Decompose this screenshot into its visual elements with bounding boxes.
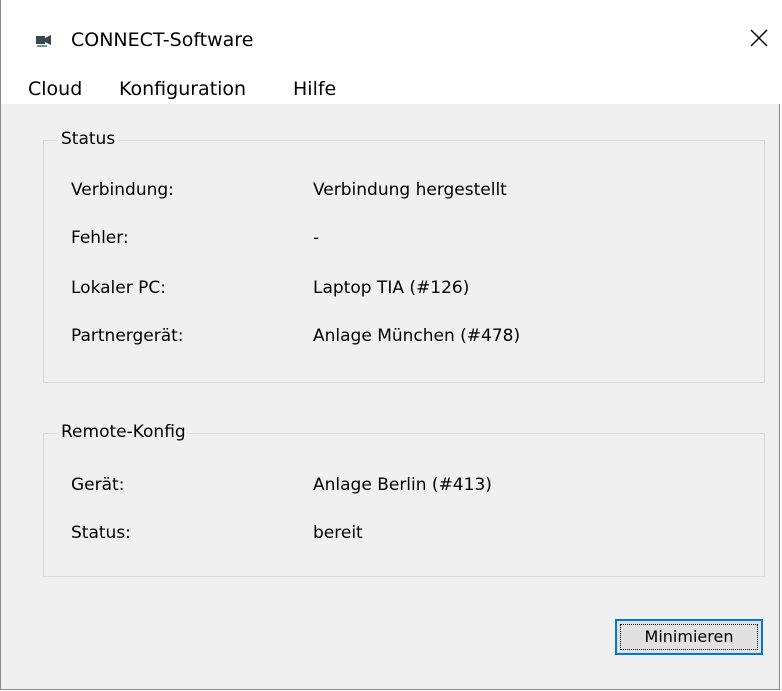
connection-label: Verbindung: [71, 180, 174, 200]
error-label: Fehler: [71, 228, 129, 248]
local-pc-label: Lokaler PC: [71, 278, 166, 298]
menu-item-hilfe[interactable]: Hilfe [293, 77, 336, 101]
status-group-title: Status [58, 128, 119, 150]
connection-value: Verbindung hergestellt [313, 180, 507, 200]
focus-ring [620, 624, 758, 650]
menu-bar: Cloud Konfiguration Hilfe [1, 74, 781, 104]
menu-item-konfiguration[interactable]: Konfiguration [119, 77, 246, 101]
minimize-button[interactable]: Minimieren [615, 619, 763, 655]
window-title: CONNECT-Software [71, 29, 254, 51]
connect-app-icon [35, 33, 53, 47]
close-icon [750, 29, 768, 51]
local-pc-value: Laptop TIA (#126) [313, 278, 470, 298]
close-button[interactable] [737, 18, 781, 62]
error-value: - [313, 228, 320, 248]
partner-device-value: Anlage München (#478) [313, 326, 521, 346]
status-groupbox: Status Verbindung: Verbindung hergestell… [43, 128, 765, 383]
app-window: CONNECT-Software Cloud Konfiguration Hil… [0, 0, 781, 690]
remote-status-value: bereit [313, 523, 363, 543]
remote-config-groupbox: Remote-Konfig Gerät: Anlage Berlin (#413… [43, 421, 765, 577]
remote-config-group-title: Remote-Konfig [58, 421, 189, 443]
menu-item-cloud[interactable]: Cloud [28, 77, 82, 101]
remote-status-label: Status: [71, 523, 131, 543]
partner-device-label: Partnergerät: [71, 326, 184, 346]
device-label: Gerät: [71, 475, 125, 495]
device-value: Anlage Berlin (#413) [313, 475, 492, 495]
title-bar[interactable]: CONNECT-Software [1, 0, 781, 80]
